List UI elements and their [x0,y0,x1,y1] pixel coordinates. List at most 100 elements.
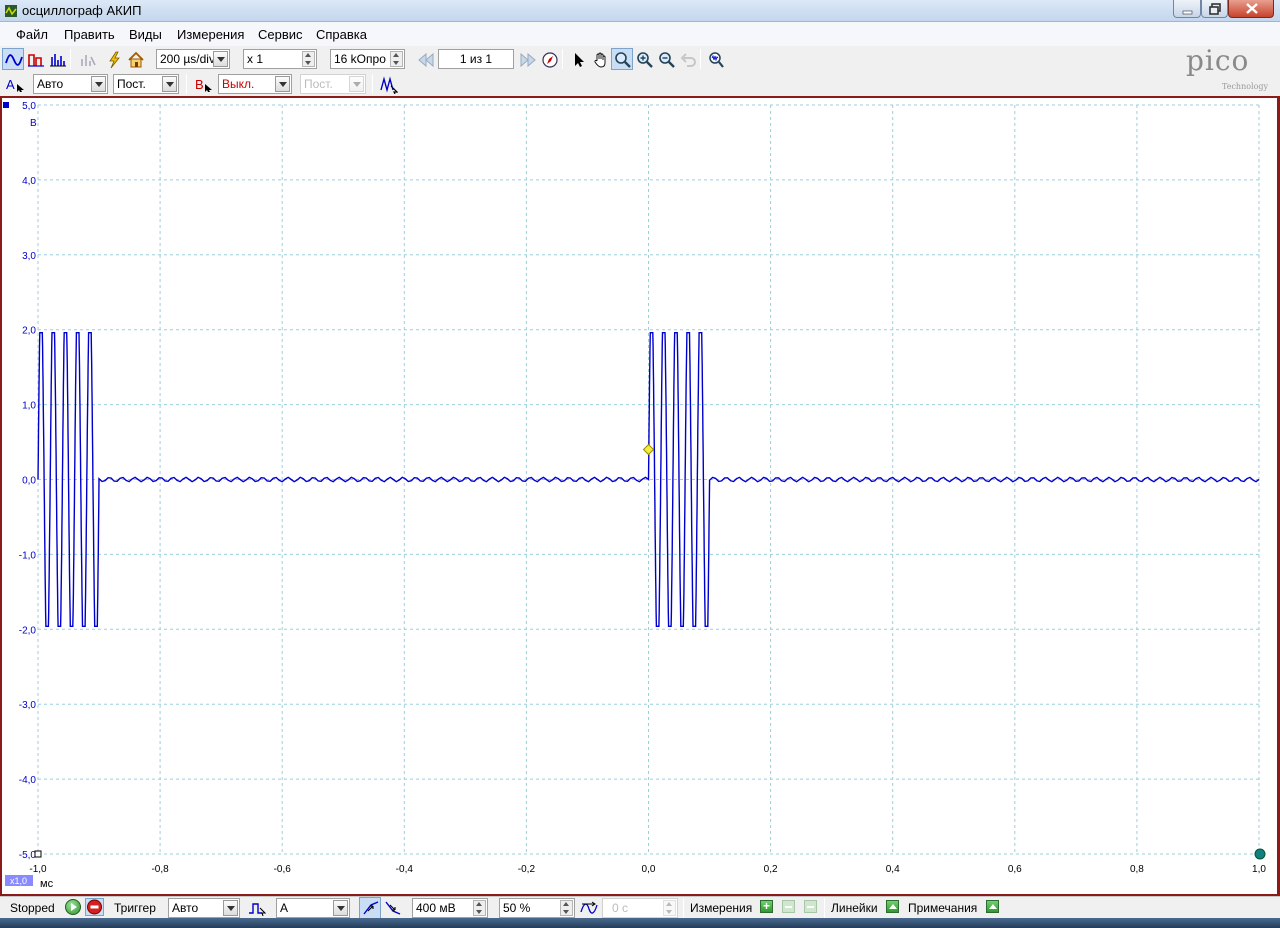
add-measurement-button[interactable] [760,899,773,913]
post-trigger-delay-button[interactable] [577,897,599,919]
trigger-label: Триггер [114,901,156,915]
zoom-tool-button[interactable] [611,48,633,70]
select-tool-button[interactable] [567,48,589,70]
x-zoom-badge-text: x1,0 [10,876,27,886]
zoom-overview-button[interactable] [704,48,726,70]
minimize-button[interactable] [1173,0,1201,18]
toolbar-separator [562,49,563,69]
toolbar-separator [683,898,684,918]
channel-a-range-select[interactable]: Авто [33,74,108,94]
y-tick-label: -3,0 [19,700,37,711]
ruler-handle[interactable] [34,850,42,858]
default-setup-button[interactable] [124,48,146,70]
title-bar: осциллограф АКИП [0,0,1280,22]
y-tick-label: -4,0 [19,775,37,786]
pan-tool-button[interactable] [589,48,611,70]
trigger-mode-select[interactable]: Авто [168,898,240,918]
x-tick-label: -0,6 [274,864,292,875]
scope-mode-button[interactable] [2,48,24,70]
menu-views[interactable]: Виды [129,27,162,42]
persistence-mode-button[interactable] [24,48,46,70]
rulers-label: Линейки [831,901,878,915]
buffer-index-field[interactable]: 1 из 1 [438,49,514,69]
measurements-label: Измерения [690,901,753,915]
stop-button[interactable] [85,898,104,916]
rising-edge-button[interactable] [359,897,381,919]
stop-icon [87,899,102,915]
x-axis-offset-handle[interactable] [1254,848,1266,860]
channel-b-label[interactable]: B [195,77,204,92]
trigger-mode-value: Авто [172,901,199,915]
y-tick-label: -1,0 [19,550,37,561]
channel-a-label[interactable]: A [6,77,15,92]
start-button[interactable] [65,899,81,915]
spectrum-mode-button[interactable] [46,48,68,70]
home-icon [128,51,144,68]
next-buffer-button[interactable] [516,48,538,70]
close-button[interactable] [1228,0,1274,18]
falling-edge-button[interactable] [381,897,403,919]
chevron-down-icon [162,76,177,92]
undo-zoom-button[interactable] [677,48,699,70]
restore-icon [1209,3,1221,15]
zoom-in-button[interactable] [633,48,655,70]
chevron-down-icon [91,76,106,92]
menu-edit[interactable]: Править [64,27,115,42]
buffer-navigator-button[interactable] [538,48,560,70]
rewind-icon [418,52,434,68]
close-icon [1246,3,1258,14]
channel-b-range-select[interactable]: Выкл. [218,74,292,94]
spinner-icon [473,900,486,916]
trigger-source-select[interactable]: A [276,898,350,918]
toolbar-separator [700,49,701,69]
pre-trigger-stepper[interactable]: 50 % [499,898,575,918]
hand-icon [594,52,606,68]
samples-stepper[interactable]: 16 kОпро [330,49,405,69]
y-tick-label: -2,0 [19,625,37,636]
timebase-select[interactable]: 200 µs/div [156,49,230,69]
maximize-button[interactable] [1201,0,1228,18]
auto-setup-button[interactable] [102,48,124,70]
channel-b-settings-icon[interactable] [204,83,214,93]
trigger-marker[interactable] [642,443,655,456]
trigger-threshold-stepper[interactable]: 400 мВ [412,898,488,918]
advanced-trigger-icon [249,903,266,917]
scope-view[interactable]: 5,0 4,0 3,0 2,0 1,0 0,0 -1,0 -2,0 -3,0 -4,0 -5,0 -… [2,98,1277,894]
x-tick-label: 0,8 [1130,864,1144,875]
app-icon [5,5,17,17]
channel-a-axis-marker[interactable] [3,102,9,108]
x-tick-label: -0,4 [396,864,414,875]
compass-icon [542,52,558,68]
channel-options-button[interactable] [76,48,98,70]
persistence-mode-icon [28,54,44,67]
menu-tools[interactable]: Сервис [258,27,303,42]
zoom-stepper[interactable]: x 1 [243,49,317,69]
samples-value: 16 kОпро [334,52,386,66]
notes-label: Примечания [908,901,978,915]
y-tick-label: 4,0 [22,176,36,187]
x-tick-label: -0,8 [151,864,169,875]
channel-a-coupling-select[interactable]: Пост. [113,74,179,94]
rulers-toggle-button[interactable] [886,900,899,913]
y-tick-label: 5,0 [22,101,36,112]
menu-help[interactable]: Справка [316,27,367,42]
channel-a-settings-icon[interactable] [16,83,26,93]
math-channels-button[interactable] [377,73,399,95]
y-tick-label: -5,0 [19,850,37,861]
notes-toggle-button[interactable] [986,900,999,913]
y-tick-label: 3,0 [22,251,36,262]
advanced-trigger-button[interactable] [245,897,267,919]
x-tick-label: 0,0 [642,864,656,875]
chevron-down-icon [275,76,290,92]
menu-measurements[interactable]: Измерения [177,27,244,42]
waveform-chart[interactable]: 5,0 4,0 3,0 2,0 1,0 0,0 -1,0 -2,0 -3,0 -4,0 -5,0 -… [2,98,1277,894]
x-unit-label: мс [40,878,54,890]
menu-file[interactable]: Файл [16,27,48,42]
chevron-down-icon [223,900,238,916]
zoom-out-button[interactable] [655,48,677,70]
post-trigger-delay-stepper: 0 с [602,898,678,918]
play-icon [71,903,77,911]
prev-buffer-button[interactable] [414,48,436,70]
math-channels-icon [380,76,398,94]
lightning-icon [109,51,120,69]
